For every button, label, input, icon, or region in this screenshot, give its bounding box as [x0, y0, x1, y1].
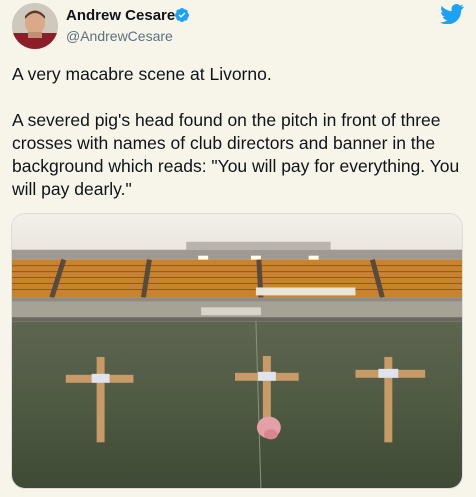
author-handle[interactable]: @AndrewCesare — [66, 28, 173, 44]
tweet-paragraph-1: A very macabre scene at Livorno. — [12, 64, 272, 84]
twitter-bird-icon[interactable] — [440, 4, 464, 24]
avatar[interactable] — [12, 3, 58, 49]
tweet-photo[interactable] — [11, 213, 463, 489]
author-name[interactable]: Andrew Cesare — [66, 7, 175, 24]
tweet-paragraph-2: A severed pig's head found on the pitch … — [12, 110, 460, 199]
tweet-card: Andrew Cesare @AndrewCesare A very macab… — [0, 0, 476, 497]
verified-badge-icon — [174, 7, 190, 23]
avatar-image — [12, 3, 58, 49]
tweet-text: A very macabre scene at Livorno. A sever… — [12, 63, 462, 201]
